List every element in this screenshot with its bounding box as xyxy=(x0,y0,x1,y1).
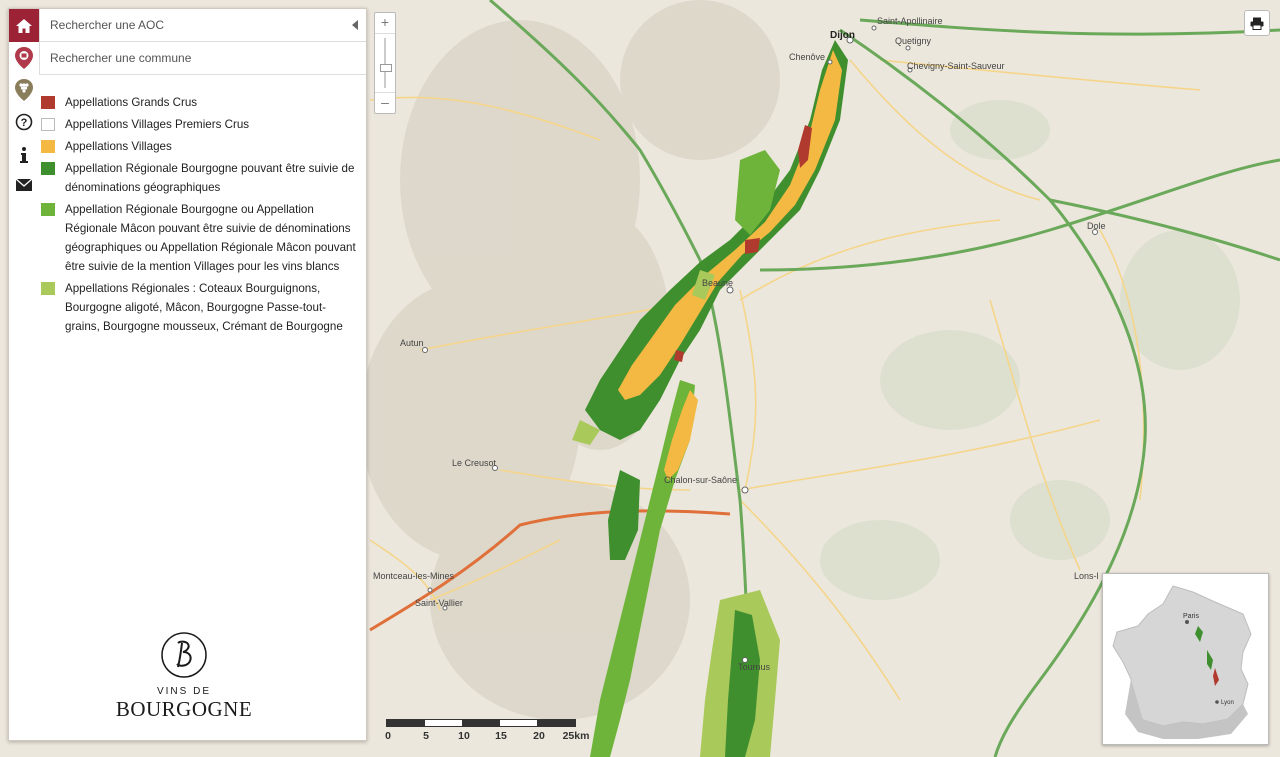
zoom-slider[interactable] xyxy=(375,33,395,93)
legend-item-regionales[interactable]: Appellations Régionales : Coteaux Bourgu… xyxy=(41,279,357,336)
zoom-in-button[interactable]: + xyxy=(375,13,395,33)
scale-tick: 20 xyxy=(533,730,545,742)
place-autun: Autun xyxy=(400,338,424,348)
place-dijon: Dijon xyxy=(830,30,855,41)
grapes-pin-icon[interactable] xyxy=(13,79,35,101)
place-le-creusot: Le Creusot xyxy=(452,458,497,468)
legend-swatch xyxy=(41,203,55,216)
aoc-search-placeholder: Rechercher une AOC xyxy=(50,18,165,32)
scale-tick: 10 xyxy=(458,730,470,742)
legend-swatch xyxy=(41,282,55,295)
commune-search-placeholder: Rechercher une commune xyxy=(50,51,192,65)
inset-paris-label: Paris xyxy=(1183,613,1199,620)
svg-text:?: ? xyxy=(21,117,28,129)
legend-swatch xyxy=(41,118,55,131)
legend-label: Appellations Villages xyxy=(65,140,172,153)
zoom-handle[interactable] xyxy=(380,64,392,72)
aoc-search-input[interactable]: Rechercher une AOC xyxy=(39,9,366,42)
place-tournus: Tournus xyxy=(738,662,771,672)
legend: Appellations Grands Crus Appellations Vi… xyxy=(41,93,357,339)
info-icon[interactable] xyxy=(13,144,35,166)
legend-item-regionale-macon[interactable]: Appellation Régionale Bourgogne ou Appel… xyxy=(41,200,357,276)
logo-line2: BOURGOGNE xyxy=(115,697,253,721)
home-icon xyxy=(16,18,32,33)
print-button[interactable] xyxy=(1244,10,1270,36)
legend-label: Appellations Villages Premiers Crus xyxy=(65,118,250,131)
legend-label: Appellations Régionales : Coteaux Bourgu… xyxy=(65,282,343,333)
scale-tick: 5 xyxy=(423,730,429,742)
legend-label: Appellations Grands Crus xyxy=(65,96,198,109)
legend-swatch xyxy=(41,162,55,175)
france-inset-map[interactable]: Paris Lyon xyxy=(1102,573,1269,745)
zoom-out-button[interactable]: – xyxy=(375,93,395,113)
home-button[interactable] xyxy=(9,9,39,42)
place-quetigny: Quetigny xyxy=(895,36,932,46)
printer-icon xyxy=(1250,17,1264,30)
commune-search-input[interactable]: Rechercher une commune xyxy=(39,42,366,75)
legend-item-premiers-crus[interactable]: Appellations Villages Premiers Crus xyxy=(41,115,357,134)
place-chevigny: Chevigny-Saint-Sauveur xyxy=(907,61,1005,71)
inset-lyon-label: Lyon xyxy=(1221,700,1234,706)
place-chalon: Chalon-sur-Saône xyxy=(664,475,737,485)
zoom-control: + – xyxy=(374,12,396,114)
legend-label: Appellation Régionale Bourgogne ou Appel… xyxy=(65,203,356,273)
legend-item-villages[interactable]: Appellations Villages xyxy=(41,137,357,156)
paris-marker xyxy=(1185,620,1189,624)
side-panel: Rechercher une AOC Rechercher une commun… xyxy=(8,8,367,741)
place-dole: Dole xyxy=(1087,221,1106,231)
legend-item-regionale-bourgogne[interactable]: Appellation Régionale Bourgogne pouvant … xyxy=(41,159,357,197)
logo-line1: VINS DE xyxy=(156,686,211,697)
scale-tick: 0 xyxy=(385,730,391,742)
logo-monogram-icon xyxy=(161,632,207,678)
place-saint-apollinaire: Saint-Apollinaire xyxy=(877,16,943,26)
france-outline: Paris Lyon xyxy=(1112,585,1252,739)
mail-icon[interactable] xyxy=(13,174,35,196)
place-montceau: Montceau-les-Mines xyxy=(373,571,455,581)
scale-bar-graphic xyxy=(386,719,576,727)
legend-swatch xyxy=(41,140,55,153)
legend-swatch xyxy=(41,96,55,109)
legend-item-grands-crus[interactable]: Appellations Grands Crus xyxy=(41,93,357,112)
place-beaune: Beaune xyxy=(702,278,733,288)
zoom-track xyxy=(384,38,386,88)
place-chenove: Chenôve xyxy=(789,52,825,62)
help-icon[interactable]: ? xyxy=(13,111,35,133)
commune-pin-icon xyxy=(13,47,35,69)
place-lons: Lons-l xyxy=(1074,571,1099,581)
scale-tick: 15 xyxy=(495,730,507,742)
legend-label: Appellation Régionale Bourgogne pouvant … xyxy=(65,162,355,194)
scale-labels: 0 5 10 15 20 25km xyxy=(385,730,589,744)
scale-tick: 25km xyxy=(562,730,590,742)
collapse-panel-icon[interactable] xyxy=(352,20,358,30)
vins-de-bourgogne-logo: VINS DE BOURGOGNE xyxy=(99,631,269,722)
scale-bar: 0 5 10 15 20 25km xyxy=(385,719,589,744)
lyon-marker xyxy=(1215,700,1219,704)
place-saint-vallier: Saint-Vallier xyxy=(415,598,463,608)
